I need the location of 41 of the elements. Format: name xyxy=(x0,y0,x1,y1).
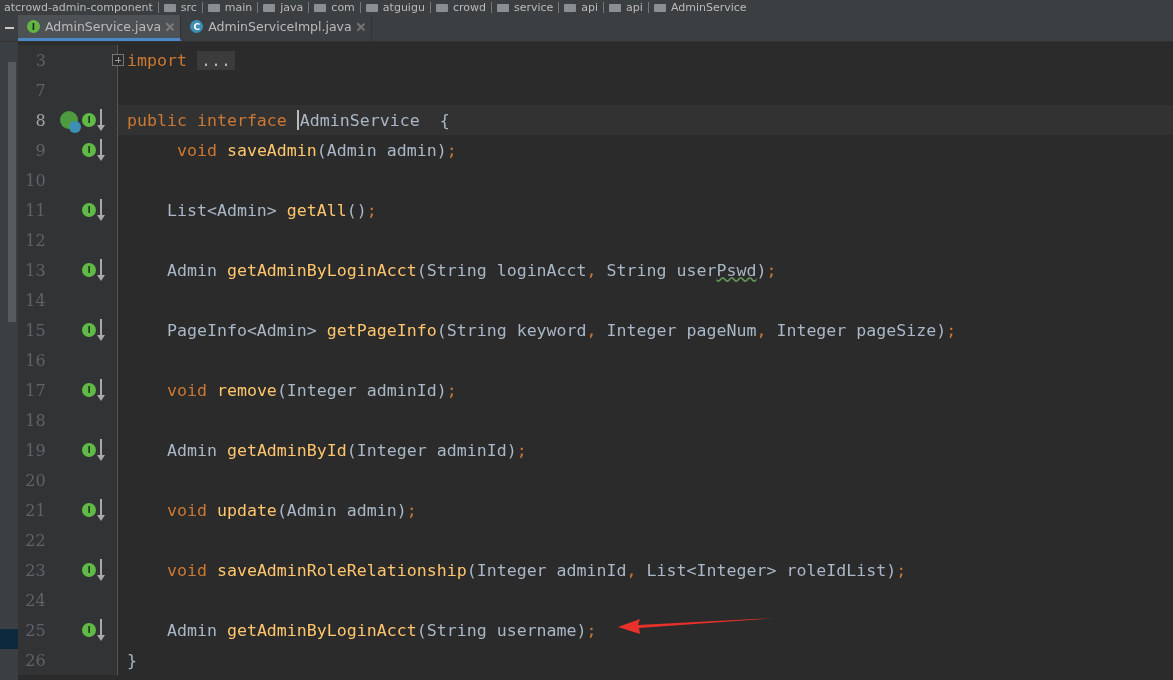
code-line: import ... xyxy=(118,50,235,70)
breadcrumb-item[interactable]: AdminService xyxy=(670,1,747,14)
code-line: } xyxy=(126,650,137,670)
code-line: void update(Admin admin); xyxy=(165,500,417,520)
breadcrumb-item[interactable]: main xyxy=(224,1,253,14)
folder-icon xyxy=(207,3,220,12)
folder-icon xyxy=(163,3,176,12)
breadcrumb-item[interactable]: crowd xyxy=(452,1,486,14)
fold-icon[interactable] xyxy=(112,54,124,66)
code-line: void saveAdmin(Admin admin); xyxy=(175,140,457,160)
folder-icon xyxy=(263,3,276,12)
file-tab[interactable]: C AdminServiceImpl.java xyxy=(181,15,372,41)
folder-icon xyxy=(435,3,448,12)
breadcrumb-item[interactable]: api xyxy=(626,1,643,14)
file-type-icon: C xyxy=(190,20,204,33)
file-type-icon: I xyxy=(27,20,40,33)
folded-code[interactable]: ... xyxy=(196,50,235,70)
code-line: void saveAdminRoleRelationship(Integer adminId, List<Integer> roleIdList); xyxy=(165,560,907,580)
code-line: Admin getAdminByLoginAcct(String username); xyxy=(118,620,597,640)
breadcrumb-item[interactable]: atguigu xyxy=(382,1,425,14)
breadcrumb-item[interactable]: src xyxy=(180,1,197,14)
folder-icon xyxy=(365,3,378,12)
breadcrumb-item[interactable]: com xyxy=(331,1,355,14)
folder-icon xyxy=(564,3,577,12)
folder-icon xyxy=(653,3,666,12)
folder-icon xyxy=(314,3,327,12)
breadcrumb-item[interactable]: java xyxy=(280,1,304,14)
breadcrumb-item[interactable]: atcrowd-admin-component xyxy=(4,1,153,14)
code-line: public interface AdminService { xyxy=(126,110,450,130)
code-line: Admin getAdminById(Integer adminId); xyxy=(165,440,527,460)
line-number: 8 xyxy=(34,110,46,130)
code-line: PageInfo<Admin> getPageInfo(String keyword, Integer pageNum, Integer pageSize); xyxy=(165,320,957,340)
breadcrumb-item[interactable]: api xyxy=(581,1,599,14)
breadcrumb-item[interactable]: service xyxy=(513,1,554,14)
code-line: Admin getAdminByLoginAcct(String loginAcct, String userPswd); xyxy=(165,260,777,280)
minimize-icon[interactable] xyxy=(4,27,14,29)
folder-icon xyxy=(609,3,622,12)
folder-icon xyxy=(496,3,509,12)
code-line: List<Admin> getAll(); xyxy=(165,200,377,220)
file-tab[interactable]: I AdminService.java xyxy=(18,15,182,41)
code-line: void remove(Integer adminId); xyxy=(165,380,457,400)
